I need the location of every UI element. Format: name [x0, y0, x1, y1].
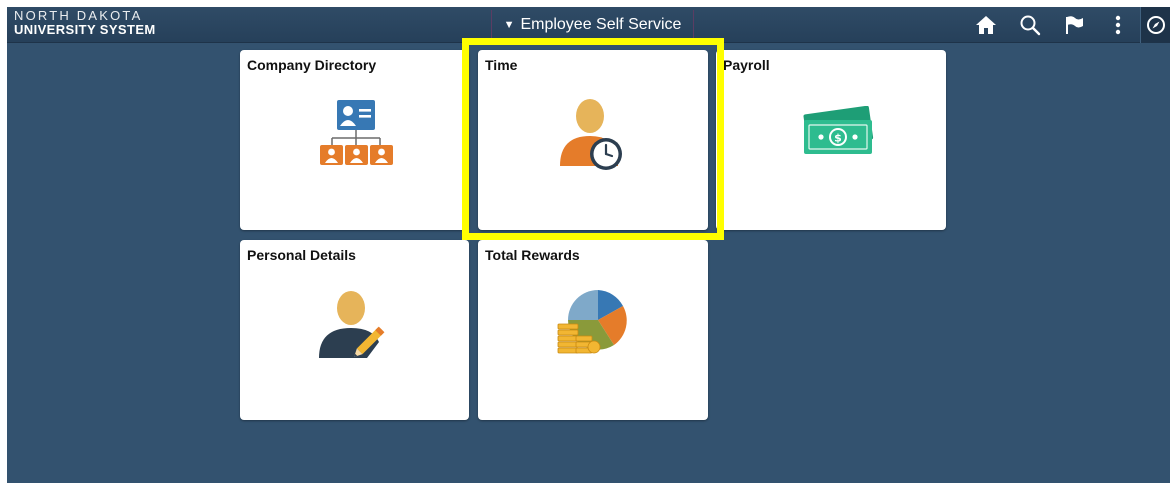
home-button[interactable] — [964, 7, 1008, 43]
navbar-button[interactable] — [1140, 7, 1170, 43]
tile-title: Time — [485, 57, 518, 73]
app-frame: NORTH DAKOTA UNIVERSITY SYSTEM ▼ Employe… — [7, 7, 1170, 483]
tile-personal-details[interactable]: Personal Details — [240, 240, 469, 420]
flag-icon — [1066, 16, 1083, 34]
search-icon — [1020, 15, 1041, 36]
money-icon: $ — [803, 106, 874, 154]
logo-line1: NORTH DAKOTA — [14, 8, 143, 23]
dropdown-caret-icon: ▼ — [503, 18, 515, 31]
tile-title: Personal Details — [247, 247, 356, 263]
tile-time[interactable]: Time — [478, 50, 708, 230]
tile-payroll[interactable]: Payroll $ — [716, 50, 946, 230]
homepage-selector-dropdown[interactable]: ▼ Employee Self Service — [491, 10, 694, 39]
search-button[interactable] — [1008, 7, 1052, 43]
top-banner: NORTH DAKOTA UNIVERSITY SYSTEM ▼ Employe… — [7, 7, 1170, 43]
header-actions — [964, 7, 1170, 43]
notifications-button[interactable] — [1052, 7, 1096, 43]
logo-line2: UNIVERSITY SYSTEM — [14, 22, 156, 37]
tile-total-rewards[interactable]: Total Rewards — [478, 240, 708, 420]
home-icon — [976, 16, 996, 34]
pie-coins-icon — [557, 290, 627, 354]
tile-title: Total Rewards — [485, 247, 580, 263]
ndus-logo[interactable]: NORTH DAKOTA UNIVERSITY SYSTEM — [14, 9, 156, 36]
page-title: Employee Self Service — [520, 15, 682, 33]
tile-title: Company Directory — [247, 57, 377, 73]
actions-menu-button[interactable] — [1096, 7, 1140, 43]
person-pencil-icon — [319, 291, 385, 358]
tile-title: Payroll — [723, 57, 770, 73]
person-clock-icon — [560, 99, 622, 170]
tile-company-directory[interactable]: Company Directory — [240, 50, 469, 230]
navbar-compass-icon — [1146, 16, 1165, 34]
more-icon — [1115, 15, 1121, 35]
svg-text:$: $ — [834, 132, 842, 145]
org-chart-icon — [320, 100, 393, 165]
